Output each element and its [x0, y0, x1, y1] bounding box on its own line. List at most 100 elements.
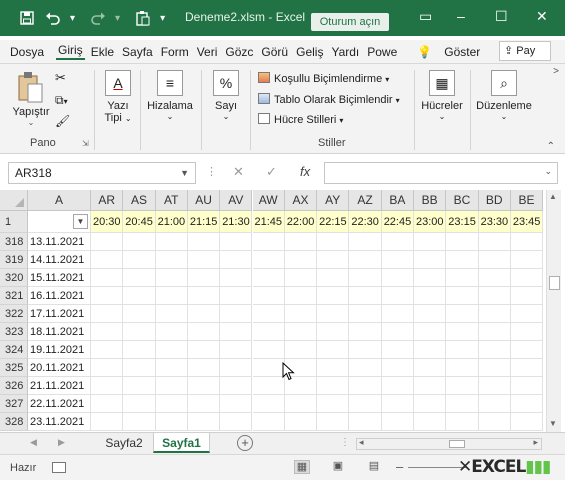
grid-cell[interactable]: [220, 341, 253, 359]
normal-view-icon[interactable]: ▦: [294, 460, 310, 474]
scroll-left-icon[interactable]: ◂: [359, 437, 364, 448]
grid-cell[interactable]: [478, 341, 511, 359]
grid-cell[interactable]: [252, 251, 285, 269]
grid-cell[interactable]: [381, 269, 414, 287]
tab-developer[interactable]: Geliş: [294, 45, 325, 59]
tab-review[interactable]: Gözc: [223, 45, 255, 59]
zoom-out-icon[interactable]: –: [396, 459, 403, 474]
row-header[interactable]: 328: [0, 413, 28, 431]
grid-cell[interactable]: [220, 359, 253, 377]
share-button[interactable]: ⇪ Pay: [499, 41, 551, 61]
grid-cell[interactable]: [123, 377, 156, 395]
date-cell[interactable]: 22.11.2021: [28, 395, 91, 413]
tab-insert[interactable]: Ekle: [89, 45, 116, 59]
date-cell[interactable]: 14.11.2021: [28, 251, 91, 269]
grid-cell[interactable]: [510, 287, 544, 305]
name-box[interactable]: AR318 ▼: [8, 162, 196, 184]
expand-formula-icon[interactable]: ⌄: [544, 166, 552, 177]
time-header-cell[interactable]: 21:15: [187, 211, 221, 233]
grid-cell[interactable]: [187, 269, 221, 287]
column-header[interactable]: AW: [252, 190, 285, 211]
tab-file[interactable]: Dosya: [8, 45, 46, 59]
grid-cell[interactable]: [220, 323, 253, 341]
scroll-up-icon[interactable]: ▲: [549, 192, 557, 201]
grid-cell[interactable]: [284, 305, 318, 323]
date-cell[interactable]: 17.11.2021: [28, 305, 91, 323]
grid-cell[interactable]: [510, 251, 544, 269]
clipboard-icon[interactable]: [130, 0, 156, 36]
tab-page-layout[interactable]: Sayfa: [120, 45, 155, 59]
grid-cell[interactable]: [123, 305, 156, 323]
time-header-cell[interactable]: 23:00: [414, 211, 447, 233]
clipboard-launcher-icon[interactable]: ⇲: [82, 139, 89, 148]
grid-cell[interactable]: [252, 269, 285, 287]
grid-cell[interactable]: [187, 359, 221, 377]
row-header[interactable]: 325: [0, 359, 28, 377]
grid-cell[interactable]: [220, 377, 253, 395]
time-header-cell[interactable]: 23:15: [446, 211, 479, 233]
row-header[interactable]: 319: [0, 251, 28, 269]
row-header[interactable]: 326: [0, 377, 28, 395]
grid-cell[interactable]: [381, 287, 414, 305]
grid-cell[interactable]: [155, 395, 188, 413]
grid-cell[interactable]: [349, 287, 382, 305]
grid-cell[interactable]: [381, 377, 414, 395]
grid-cell[interactable]: [187, 395, 221, 413]
grid-cell[interactable]: [123, 395, 156, 413]
grid-cell[interactable]: [317, 287, 350, 305]
time-header-cell[interactable]: 23:30: [478, 211, 511, 233]
grid-cell[interactable]: [446, 413, 479, 431]
formula-bar-grip-icon[interactable]: ⋮: [206, 165, 217, 178]
grid-cell[interactable]: [91, 233, 124, 251]
grid-cell[interactable]: [349, 269, 382, 287]
grid-cell[interactable]: [446, 323, 479, 341]
row-header[interactable]: 321: [0, 287, 28, 305]
grid-cell[interactable]: [510, 305, 544, 323]
grid-cell[interactable]: [349, 413, 382, 431]
cancel-icon[interactable]: ✕: [233, 164, 244, 180]
grid-cell[interactable]: [252, 323, 285, 341]
ribbon-scroll-right-icon[interactable]: >: [553, 66, 559, 77]
grid-cell[interactable]: [510, 377, 544, 395]
row-header[interactable]: 1: [0, 211, 28, 233]
grid-cell[interactable]: [414, 233, 447, 251]
redo-icon[interactable]: [85, 0, 111, 36]
tab-data[interactable]: Veri: [195, 45, 220, 59]
grid-cell[interactable]: [155, 341, 188, 359]
date-cell[interactable]: 16.11.2021: [28, 287, 91, 305]
grid-cell[interactable]: [220, 287, 253, 305]
grid-cell[interactable]: [187, 341, 221, 359]
grid-cell[interactable]: [123, 233, 156, 251]
close-button[interactable]: ✕: [536, 8, 548, 25]
grid-cell[interactable]: [252, 395, 285, 413]
editing-button[interactable]: ⌕ Düzenleme ⌄: [474, 70, 534, 121]
grid-cell[interactable]: [414, 251, 447, 269]
grid-cell[interactable]: [446, 377, 479, 395]
format-as-table-button[interactable]: Tablo Olarak Biçimlendir ▾: [258, 93, 400, 106]
grid-cell[interactable]: [349, 359, 382, 377]
grid-cell[interactable]: [381, 251, 414, 269]
row-header[interactable]: 324: [0, 341, 28, 359]
redo-dropdown-icon[interactable]: ▾: [115, 13, 120, 24]
row-header[interactable]: 320: [0, 269, 28, 287]
copy-icon[interactable]: ⧉▾: [55, 93, 68, 108]
formula-input[interactable]: ⌄: [324, 162, 558, 184]
grid-cell[interactable]: [252, 305, 285, 323]
time-header-cell[interactable]: 21:00: [155, 211, 188, 233]
grid-cell[interactable]: [414, 323, 447, 341]
conditional-formatting-button[interactable]: Koşullu Biçimlendirme ▾: [258, 72, 389, 85]
grid-cell[interactable]: [91, 377, 124, 395]
grid-cell[interactable]: [252, 359, 285, 377]
sheet-tab-sayfa1[interactable]: Sayfa1: [153, 433, 210, 453]
column-header[interactable]: BC: [446, 190, 479, 211]
number-button[interactable]: % Sayı ⌄: [209, 70, 243, 121]
sheet-next-icon[interactable]: ▶: [58, 437, 65, 448]
grid-cell[interactable]: [349, 233, 382, 251]
name-box-dropdown-icon[interactable]: ▼: [180, 163, 189, 183]
tab-home[interactable]: Giriş: [56, 43, 85, 60]
grid-cell[interactable]: [317, 251, 350, 269]
grid-cell[interactable]: [510, 359, 544, 377]
date-cell[interactable]: 18.11.2021: [28, 323, 91, 341]
sheet-prev-icon[interactable]: ◀: [30, 437, 37, 448]
cell-styles-button[interactable]: Hücre Stilleri ▾: [258, 113, 343, 126]
